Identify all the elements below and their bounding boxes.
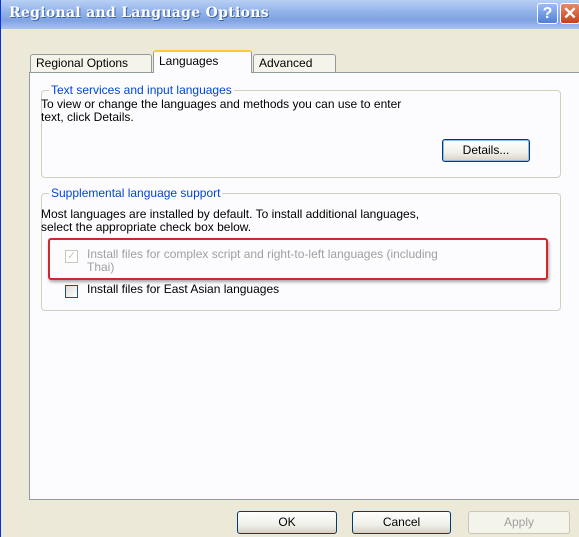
- tab-advanced[interactable]: Advanced: [253, 54, 336, 73]
- question-icon: ?: [542, 5, 553, 22]
- east-asian-label: Install files for East Asian languages: [87, 282, 280, 296]
- title-bar[interactable]: Regional and Language Options ? ✕: [1, 0, 579, 29]
- tab-label: Advanced: [259, 56, 313, 70]
- ok-button[interactable]: OK: [237, 511, 337, 534]
- cancel-button[interactable]: Cancel: [352, 511, 451, 534]
- text-services-group: Text services and input languages To vie…: [41, 83, 561, 178]
- apply-button[interactable]: Apply: [468, 511, 570, 534]
- supplemental-description-2: select the appropriate check box below.: [41, 220, 252, 234]
- details-button[interactable]: Details...: [442, 139, 530, 162]
- text-services-legend: Text services and input languages: [49, 83, 234, 97]
- close-icon: ✕: [562, 4, 578, 23]
- dialog-window: Regional and Language Options ? ✕ Region…: [0, 0, 579, 537]
- help-button[interactable]: ?: [537, 3, 558, 24]
- close-button[interactable]: ✕: [560, 3, 579, 24]
- tab-languages[interactable]: Languages: [153, 50, 252, 73]
- highlight-box: [48, 238, 548, 280]
- text-services-description-2: text, click Details.: [41, 110, 134, 124]
- window-title: Regional and Language Options: [9, 5, 269, 21]
- supplemental-legend: Supplemental language support: [49, 186, 223, 200]
- tab-regional-options[interactable]: Regional Options: [30, 54, 152, 73]
- tab-label: Regional Options: [36, 56, 129, 70]
- tab-label: Languages: [159, 54, 219, 68]
- east-asian-checkbox[interactable]: [65, 285, 78, 298]
- tab-panel-languages: Text services and input languages To vie…: [29, 72, 579, 500]
